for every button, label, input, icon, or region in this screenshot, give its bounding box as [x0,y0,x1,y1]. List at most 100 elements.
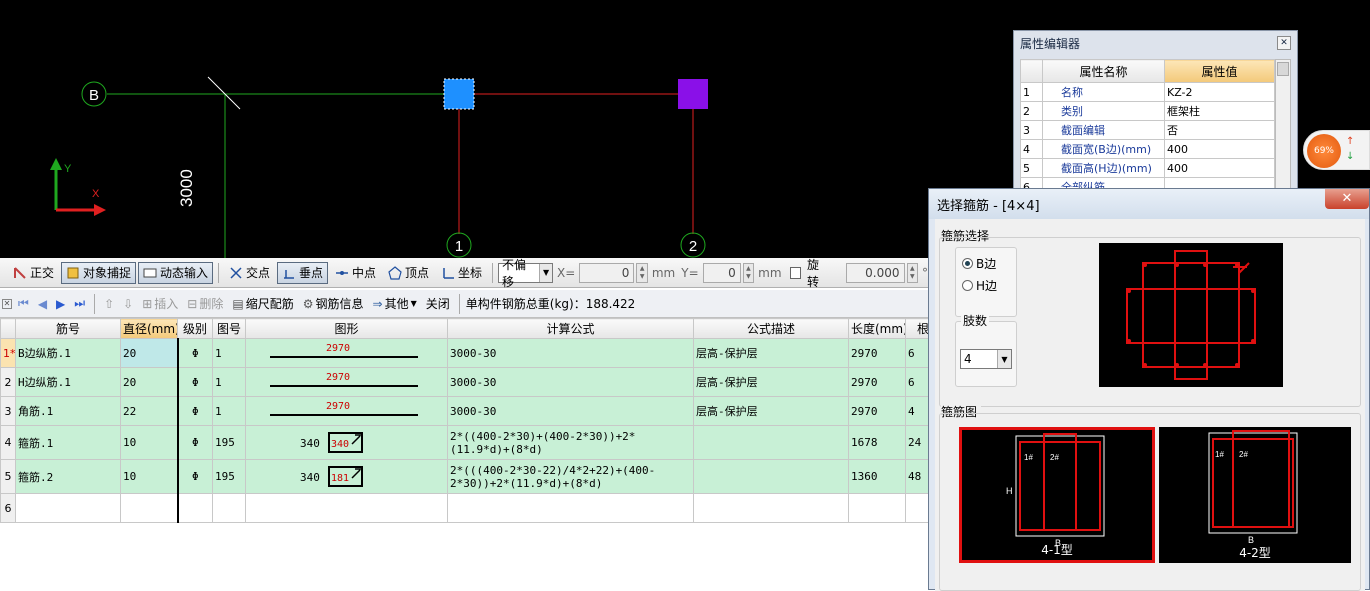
close-panel-button[interactable]: 关闭 [423,295,453,312]
cell-description[interactable] [693,459,849,494]
offset-mode-select[interactable]: 不偏移 ▼ [498,258,554,289]
property-row[interactable]: 2 类别 框架柱 [1020,101,1275,121]
column-kz2-selected[interactable] [443,78,475,110]
cell-diameter[interactable]: 10 [120,459,179,494]
property-row[interactable]: 5 截面高(H边)(mm) 400 [1020,158,1275,178]
cell-description[interactable] [693,425,849,460]
cell-name[interactable]: 角筋.1 [15,396,121,426]
insert-row-button[interactable]: ⊞ 插入 [139,295,181,312]
cell-length[interactable] [848,493,906,523]
dynamic-input-button[interactable]: 动态输入 [138,261,214,284]
next-record-button[interactable]: ▶ [53,297,68,311]
col-header-shape[interactable]: 图形 [245,318,448,339]
move-up-button[interactable]: ⇧ [101,297,117,311]
chevron-down-icon[interactable]: ▼ [997,350,1011,368]
cell-shape[interactable]: 340 181 [245,459,448,494]
cell-name[interactable]: H边纵筋.1 [15,367,121,397]
cell-length[interactable]: 1360 [848,459,906,494]
col-header-description[interactable]: 公式描述 [693,318,849,339]
cell-grade[interactable]: Φ [177,425,213,460]
cell-grade[interactable]: Φ [177,338,213,368]
intersection-snap-button[interactable]: 交点 [224,262,275,284]
col-header-name[interactable]: 筋号 [15,318,121,339]
radio-dot-b[interactable] [962,258,973,269]
other-menu-button[interactable]: ⇒ 其他 ▼ [370,295,420,312]
cell-formula[interactable]: 3000-30 [447,338,694,368]
rotate-checkbox[interactable] [789,266,801,279]
coordinate-snap-button[interactable]: 坐标 [436,262,487,284]
radio-dot-h[interactable] [962,280,973,291]
row-index[interactable]: 3 [0,396,16,426]
cell-shape[interactable]: 2970 [245,396,448,426]
cell-grade[interactable]: Φ [177,396,213,426]
perpendicular-snap-button[interactable]: 垂点 [277,261,329,284]
col-header-formula[interactable]: 计算公式 [447,318,694,339]
property-value[interactable]: 400 [1164,158,1275,178]
cell-name[interactable] [15,493,121,523]
rotate-angle-field[interactable]: 0.000 [845,262,905,283]
prop-col-value[interactable]: 属性值 [1164,59,1275,83]
table-row[interactable]: 3 角筋.1 22 Φ 1 2970 3000-30 层高-保护层 2970 4 [0,396,941,426]
delete-row-button[interactable]: ⊟ 删除 [184,295,226,312]
cell-grade[interactable]: Φ [177,367,213,397]
column-purple[interactable] [678,79,708,109]
table-row[interactable]: 5 箍筋.2 10 Φ 195 340 181 2*(((400-2*30-22… [0,459,941,494]
move-down-button[interactable]: ⇩ [120,297,136,311]
cell-figure[interactable]: 1 [212,367,246,397]
chevron-down-icon[interactable]: ▼ [539,263,553,282]
stirrup-type-4-2[interactable]: B 1# 2# 4-2型 [1159,427,1351,563]
cell-shape[interactable]: 2970 [245,338,448,368]
property-editor-titlebar[interactable]: 属性编辑器 ✕ [1014,31,1297,55]
cell-description[interactable]: 层高-保护层 [693,396,849,426]
cell-diameter[interactable]: 22 [120,396,179,426]
cell-diameter[interactable]: 20 [120,367,179,397]
table-row[interactable]: 1* B边纵筋.1 20 Φ 1 2970 3000-30 层高-保护层 297… [0,338,941,368]
cell-diameter[interactable] [120,493,179,523]
col-header-grade[interactable]: 级别 [177,318,213,339]
cell-figure[interactable]: 1 [212,338,246,368]
cell-figure[interactable] [212,493,246,523]
property-row[interactable]: 1 名称 KZ-2 [1020,82,1275,102]
row-index[interactable]: 2 [0,367,16,397]
property-value[interactable]: KZ-2 [1164,82,1275,102]
cell-formula[interactable]: 3000-30 [447,367,694,397]
dialog-titlebar[interactable]: 选择箍筋 - [4×4] ✕ [929,189,1369,219]
cell-shape[interactable]: 2970 [245,367,448,397]
col-header-figure[interactable]: 图号 [212,318,246,339]
first-record-button[interactable]: ⏮ [15,296,32,311]
cell-length[interactable]: 2970 [848,396,906,426]
radio-h-side[interactable]: H边 [962,277,997,294]
property-value[interactable]: 否 [1164,120,1275,140]
property-scrollbar[interactable] [1275,59,1291,189]
close-icon[interactable]: ✕ [1277,36,1291,50]
col-header-diameter[interactable]: 直径(mm) [120,318,178,339]
cell-description[interactable] [693,493,849,523]
legs-select[interactable]: 4 ▼ [960,349,1012,369]
property-value[interactable]: 400 [1164,139,1275,159]
prev-record-button[interactable]: ◀ [35,297,50,311]
cell-description[interactable]: 层高-保护层 [693,338,849,368]
cell-length[interactable]: 1678 [848,425,906,460]
cell-shape[interactable]: 340 340 [245,425,448,460]
row-index[interactable]: 5 [0,459,16,494]
cell-formula[interactable] [447,493,694,523]
table-row[interactable]: 6 [0,493,941,523]
rebar-info-button[interactable]: ⚙ 钢筋信息 [300,295,367,312]
cell-name[interactable]: B边纵筋.1 [15,338,121,368]
x-coordinate-field[interactable]: 0 [579,262,635,283]
midpoint-snap-button[interactable]: 中点 [330,262,381,284]
cell-diameter[interactable]: 20 [120,338,179,368]
cell-formula[interactable]: 3000-30 [447,396,694,426]
scrollbar-thumb[interactable] [1277,62,1289,76]
prop-col-name[interactable]: 属性名称 [1042,59,1165,83]
radio-b-side[interactable]: B边 [962,255,996,272]
cell-grade[interactable] [177,493,213,523]
x-spinner[interactable]: ▲ ▼ [636,262,648,283]
cell-length[interactable]: 2970 [848,338,906,368]
cell-figure[interactable]: 1 [212,396,246,426]
y-coordinate-field[interactable]: 0 [702,262,741,283]
cell-name[interactable]: 箍筋.2 [15,459,121,494]
scale-rebar-button[interactable]: ▤ 缩尺配筋 [229,295,296,312]
ortho-button[interactable]: 正交 [8,262,59,284]
row-index[interactable]: 1* [0,338,16,368]
